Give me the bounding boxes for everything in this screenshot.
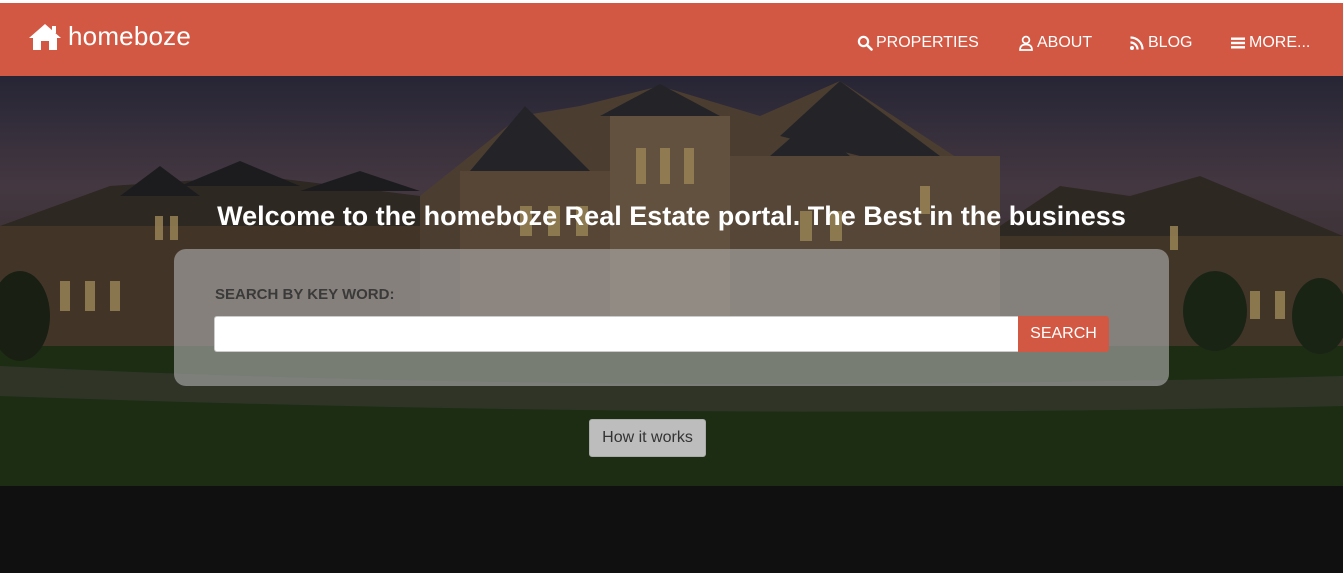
search-icon — [857, 35, 873, 51]
hero-section: Welcome to the homeboze Real Estate port… — [0, 76, 1343, 573]
nav-item-about[interactable]: ABOUT — [1018, 34, 1092, 52]
search-label: SEARCH BY KEY WORD: — [215, 286, 395, 303]
nav-item-label: MORE... — [1249, 34, 1311, 51]
nav-item-properties[interactable]: PROPERTIES — [857, 34, 979, 52]
search-button[interactable]: SEARCH — [1018, 316, 1109, 352]
nav-item-label: ABOUT — [1037, 34, 1093, 51]
search-panel: SEARCH BY KEY WORD: SEARCH — [174, 249, 1169, 386]
main-nav: PROPERTIES ABOUT BLOG MORE... — [0, 34, 1343, 56]
hero-headline: Welcome to the homeboze Real Estate port… — [217, 201, 1126, 231]
nav-item-label: PROPERTIES — [876, 34, 979, 51]
navbar: homeboze PROPERTIES ABOUT BLOG MORE... — [0, 3, 1343, 76]
nav-item-more[interactable]: MORE... — [1230, 34, 1310, 52]
rss-icon — [1130, 36, 1144, 50]
how-it-works-button[interactable]: How it works — [589, 419, 706, 457]
nav-item-label: BLOG — [1148, 34, 1193, 51]
user-icon — [1019, 35, 1033, 51]
search-input[interactable] — [214, 316, 1018, 352]
nav-item-blog[interactable]: BLOG — [1129, 34, 1192, 52]
menu-icon — [1231, 37, 1245, 49]
